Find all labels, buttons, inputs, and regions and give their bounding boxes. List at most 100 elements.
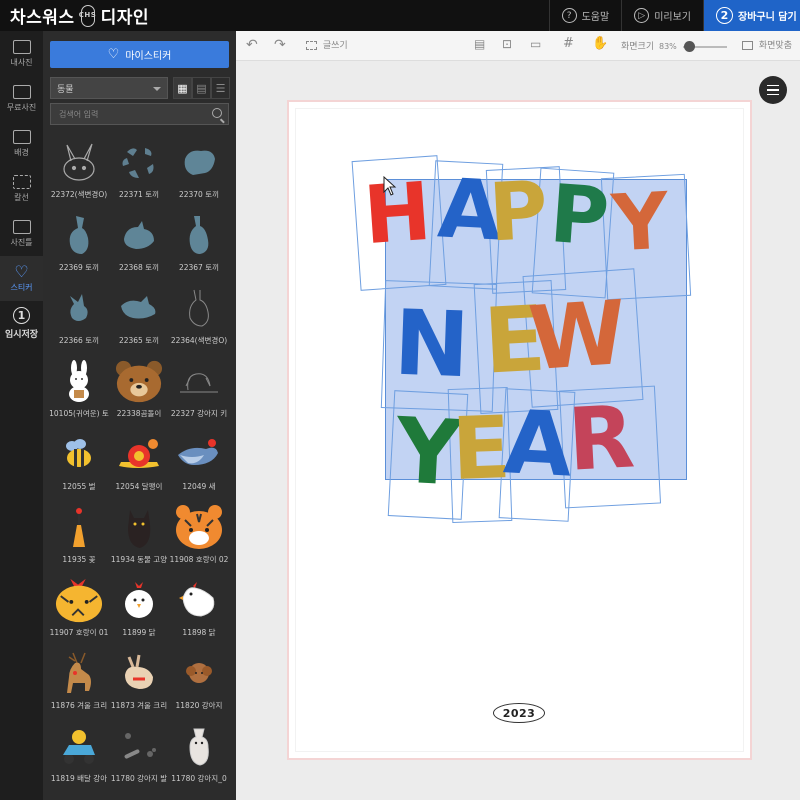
sticker-panel: ♡ 마이스티커 동물 ▦ ▤ ☰ 검색어 입력 22372(색변경O) 2237… xyxy=(43,31,236,800)
rabbit-lying-sticker xyxy=(115,212,163,258)
winter-rabbit-sticker xyxy=(115,650,163,696)
letter-y[interactable]: Y xyxy=(610,177,671,270)
sticker-item[interactable]: 10105(귀여운) 토 xyxy=(49,352,109,425)
letter-p[interactable]: P xyxy=(487,164,550,260)
sticker-item[interactable]: 22371 토끼 xyxy=(109,133,169,206)
sticker-caption: 12054 달팽이 xyxy=(115,482,163,491)
sticker-item[interactable]: 22366 토끼 xyxy=(49,279,109,352)
sticker-item[interactable]: 11820 강아지 xyxy=(169,644,229,717)
rail-item-cutline[interactable]: 칼선 xyxy=(0,166,43,211)
sticker-item[interactable]: 22338곰돌이 xyxy=(109,352,169,425)
step-one-icon: 1 xyxy=(13,307,30,324)
sticker-caption: 11876 겨울 크리 xyxy=(50,701,108,710)
letter-h[interactable]: H xyxy=(361,165,434,262)
layer-menu-button[interactable] xyxy=(759,76,787,104)
grid-small-view-icon[interactable]: ▦ xyxy=(173,77,192,99)
my-sticker-button[interactable]: ♡ 마이스티커 xyxy=(50,41,229,68)
sticker-caption: 22371 토끼 xyxy=(118,190,160,199)
help-label: 도움말 xyxy=(581,12,610,23)
search-placeholder: 검색어 입력 xyxy=(59,109,99,119)
hand-icon[interactable]: ✋ xyxy=(592,36,608,51)
background-icon xyxy=(12,129,31,144)
sticker-caption: 22365 토끼 xyxy=(118,336,160,345)
category-select[interactable]: 동물 xyxy=(50,77,168,99)
document-icon[interactable]: ▤ xyxy=(474,37,485,51)
sticker-item[interactable]: 11899 닭 xyxy=(109,571,169,644)
brand-name: 차스워스 xyxy=(10,8,75,28)
sticker-item[interactable]: 11876 겨울 크리 xyxy=(49,644,109,717)
flower-vase-sticker xyxy=(55,504,103,550)
redo-icon[interactable]: ↷ xyxy=(274,37,286,53)
sticker-item[interactable]: 12054 달팽이 xyxy=(109,425,169,498)
text-frame-icon xyxy=(306,41,317,50)
fit-screen-button[interactable]: 화면맞춤 xyxy=(742,38,792,51)
rail-item-photo-frame[interactable]: 사진틀 xyxy=(0,211,43,256)
sticker-item[interactable]: 11780 강아지_0 xyxy=(169,717,229,790)
snail-sticker xyxy=(115,431,163,477)
scissors-icon xyxy=(12,174,31,189)
layout-icon[interactable]: ⊡ xyxy=(502,37,512,51)
sticker-item[interactable]: 22368 토끼 xyxy=(109,206,169,279)
undo-icon[interactable]: ↶ xyxy=(246,37,258,53)
sticker-item[interactable]: 22372(색변경O) xyxy=(49,133,109,206)
frame-icon xyxy=(12,219,31,234)
sticker-item[interactable]: 11873 겨울 크리 xyxy=(109,644,169,717)
preview-button[interactable]: ▷ 미리보기 xyxy=(621,0,703,31)
rail-item-temp-save[interactable]: 1 임시저장 xyxy=(0,301,43,346)
sticker-item[interactable]: 22367 토끼 xyxy=(169,206,229,279)
image-icon[interactable]: ▭ xyxy=(530,37,541,51)
rail-item-sticker[interactable]: ♡ 스티커 xyxy=(0,256,43,301)
rail-label: 임시저장 xyxy=(4,330,39,340)
sticker-item[interactable]: 22369 토끼 xyxy=(49,206,109,279)
sticker-item[interactable]: 22370 토끼 xyxy=(169,133,229,206)
letter-n[interactable]: N xyxy=(392,291,471,399)
puppy-lineart-sticker xyxy=(175,358,223,404)
preview-label: 미리보기 xyxy=(654,12,691,23)
year-badge[interactable]: 2023 xyxy=(493,703,545,723)
heart-icon: ♡ xyxy=(14,261,29,281)
poodle-head-sticker xyxy=(175,650,223,696)
letter-a[interactable]: A xyxy=(501,390,574,496)
rail-item-background[interactable]: 배경 xyxy=(0,121,43,166)
letter-p[interactable]: P xyxy=(547,167,612,264)
brand-logo[interactable]: 차스워스 CHS 디자인 xyxy=(0,3,149,28)
sticker-caption: 22364(색변경O) xyxy=(170,336,228,345)
sticker-item[interactable]: 22365 토끼 xyxy=(109,279,169,352)
sticker-item[interactable]: 11780 강아지 발 xyxy=(109,717,169,790)
cute-rabbit-sticker xyxy=(55,358,103,404)
rabbit-jump-sticker xyxy=(55,285,103,331)
text-tool-button[interactable]: 글쓰기 xyxy=(306,38,348,51)
sticker-item[interactable]: 11819 배달 강아 xyxy=(49,717,109,790)
rail-item-my-photos[interactable]: 내사진 xyxy=(0,31,43,76)
rail-item-free-photos[interactable]: 무료사진 xyxy=(0,76,43,121)
hen-sticker xyxy=(175,577,223,623)
grid-large-view-icon[interactable]: ▤ xyxy=(192,77,211,99)
sticker-search-input[interactable]: 검색어 입력 xyxy=(50,103,229,125)
rabbit-lineart-sticker xyxy=(175,285,223,331)
sticker-item[interactable]: 11898 닭 xyxy=(169,571,229,644)
sticker-item[interactable]: 22327 강아지 키 xyxy=(169,352,229,425)
letter-w[interactable]: W xyxy=(525,281,629,391)
add-to-cart-button[interactable]: 2 장바구니 담기 xyxy=(703,0,800,31)
black-cat-sticker xyxy=(115,504,163,550)
grid-icon[interactable]: # xyxy=(563,36,574,51)
sticker-item[interactable]: 11908 호랑이 02 xyxy=(169,498,229,571)
help-button[interactable]: ? 도움말 xyxy=(548,0,622,31)
sticker-item[interactable]: 11907 호랑이 01 xyxy=(49,571,109,644)
sticker-caption: 22367 토끼 xyxy=(178,263,220,272)
tiger-bow-sticker xyxy=(55,577,103,623)
sticker-caption: 22370 토끼 xyxy=(178,190,220,199)
my-sticker-label: 마이스티커 xyxy=(125,51,172,62)
sticker-grid: 22372(색변경O) 22371 토끼 22370 토끼 22369 토끼 2… xyxy=(43,133,236,790)
search-icon[interactable] xyxy=(212,108,222,118)
sticker-item[interactable]: 22364(색변경O) xyxy=(169,279,229,352)
rail-label: 내사진 xyxy=(10,57,33,67)
sticker-item[interactable]: 12055 벌 xyxy=(49,425,109,498)
text-tool-label: 글쓰기 xyxy=(322,41,348,51)
zoom-slider-handle[interactable] xyxy=(684,41,695,52)
letter-r[interactable]: R xyxy=(565,387,636,490)
sticker-item[interactable]: 11935 꽃 xyxy=(49,498,109,571)
sticker-item[interactable]: 12049 새 xyxy=(169,425,229,498)
sticker-item[interactable]: 11934 동물 고양 xyxy=(109,498,169,571)
list-view-icon[interactable]: ☰ xyxy=(211,77,230,99)
